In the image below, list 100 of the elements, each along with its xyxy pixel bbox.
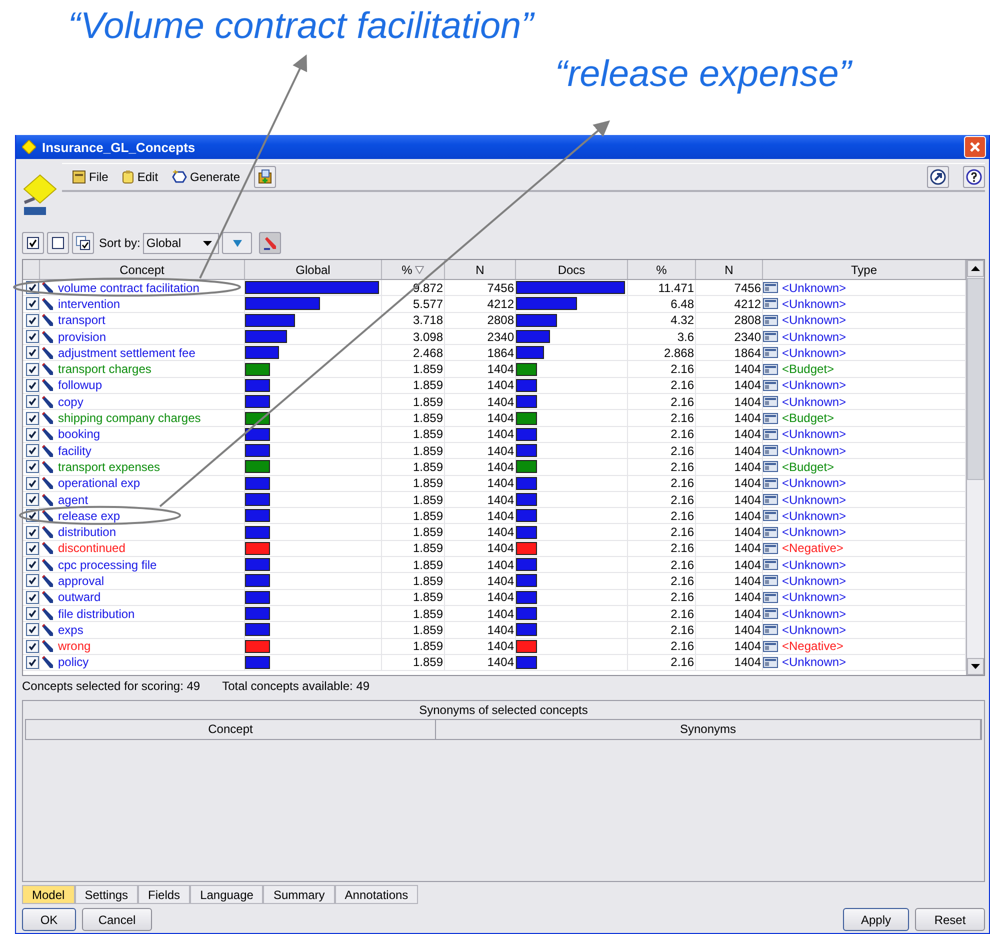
concept-name[interactable]: approval: [58, 574, 104, 588]
table-cell: 2.16: [670, 655, 694, 670]
row-checkbox[interactable]: [26, 640, 39, 653]
pencil-icon: [40, 330, 54, 344]
table-cell: 1404: [734, 590, 761, 604]
table-cell: 1.859: [412, 574, 443, 588]
row-checkbox[interactable]: [26, 493, 39, 506]
expand-button[interactable]: [927, 166, 949, 188]
row-checkbox[interactable]: [26, 558, 39, 572]
row-checkbox[interactable]: [26, 590, 39, 604]
tab[interactable]: Annotations: [334, 885, 418, 904]
tab[interactable]: Language: [190, 885, 264, 904]
row-checkbox[interactable]: [26, 607, 39, 620]
concept-name[interactable]: exps: [58, 622, 84, 637]
concept-name[interactable]: agent: [58, 492, 88, 506]
dialog-button[interactable]: Apply: [843, 908, 909, 931]
concept-name[interactable]: intervention: [58, 296, 120, 311]
concept-name[interactable]: provision: [58, 330, 106, 344]
table-cell: 2.16: [670, 492, 694, 506]
scroll-down-button[interactable]: [967, 658, 984, 675]
row-checkbox[interactable]: [26, 346, 39, 360]
table-cell: 7456: [487, 280, 514, 295]
type-icon: [763, 428, 778, 440]
table-cell: 1404: [487, 508, 514, 523]
row-checkbox[interactable]: [26, 656, 39, 669]
column-header[interactable]: Concept: [40, 260, 245, 279]
row-checkbox[interactable]: [26, 623, 39, 636]
row-checkbox[interactable]: [26, 297, 39, 310]
row-checkbox[interactable]: [26, 412, 39, 425]
concept-name[interactable]: policy: [58, 655, 89, 670]
concept-name[interactable]: distribution: [58, 525, 116, 540]
concept-name[interactable]: outward: [58, 590, 101, 604]
concept-name[interactable]: wrong: [58, 639, 91, 654]
invert-selection-button[interactable]: [72, 232, 94, 254]
sort-indicator-icon: [415, 266, 424, 274]
table-cell: 6.48: [670, 296, 694, 311]
row-checkbox[interactable]: [26, 362, 39, 376]
concept-name[interactable]: transport: [58, 313, 106, 328]
pencil-button[interactable]: [259, 232, 282, 254]
row-checkbox[interactable]: [26, 526, 39, 539]
concept-name[interactable]: facility: [58, 444, 92, 458]
table-cell: 2.16: [670, 574, 694, 588]
concept-name[interactable]: transport expenses: [58, 460, 160, 474]
concept-name[interactable]: operational exp: [58, 476, 140, 490]
column-header[interactable]: Global: [245, 260, 382, 279]
concept-name[interactable]: followup: [58, 378, 102, 392]
add-node-button[interactable]: [254, 166, 276, 188]
row-checkbox[interactable]: [26, 378, 39, 392]
scroll-up-button[interactable]: [967, 260, 984, 277]
concept-name[interactable]: file distribution: [58, 606, 135, 621]
type-icon: [763, 396, 778, 408]
uncheck-all-button[interactable]: [47, 232, 69, 254]
row-checkbox[interactable]: [26, 460, 39, 474]
row-checkbox[interactable]: [26, 395, 39, 408]
concept-name[interactable]: transport charges: [58, 362, 152, 376]
dialog-button[interactable]: Reset: [915, 908, 985, 931]
concept-name[interactable]: volume contract facilitation: [58, 280, 200, 295]
table-cell: 1404: [487, 655, 514, 670]
concept-name[interactable]: release exp: [58, 508, 120, 523]
row-checkbox[interactable]: [26, 330, 39, 344]
help-button[interactable]: [963, 166, 985, 188]
tab[interactable]: Settings: [74, 885, 138, 904]
row-checkbox[interactable]: [26, 314, 39, 327]
column-header[interactable]: N: [445, 260, 516, 279]
type-label: <Budget>: [782, 362, 834, 376]
column-header[interactable]: %: [628, 260, 696, 279]
concept-name[interactable]: cpc processing file: [58, 558, 157, 572]
table-cell: 1404: [734, 460, 761, 474]
concept-name[interactable]: copy: [58, 394, 84, 409]
concept-name[interactable]: shipping company charges: [58, 411, 201, 426]
dialog-button[interactable]: OK: [22, 908, 76, 931]
column-header[interactable]: Concept: [26, 720, 436, 739]
tab[interactable]: Model: [22, 885, 75, 904]
dialog-button[interactable]: Cancel: [82, 908, 152, 931]
panel-title: Synonyms of selected concepts: [418, 702, 589, 719]
column-header[interactable]: Docs: [516, 260, 628, 279]
menu-item[interactable]: Generate: [172, 170, 240, 184]
scrollbar-thumb[interactable]: [967, 278, 984, 480]
concept-name[interactable]: booking: [58, 427, 100, 442]
check-all-button[interactable]: [22, 232, 44, 254]
tab[interactable]: Summary: [263, 885, 335, 904]
menu-item[interactable]: File: [72, 170, 108, 184]
row-checkbox[interactable]: [26, 444, 39, 458]
row-checkbox[interactable]: [26, 542, 39, 555]
menu-item[interactable]: Edit: [122, 170, 158, 184]
concept-name[interactable]: discontinued: [58, 541, 126, 556]
column-header[interactable]: N: [696, 260, 763, 279]
row-checkbox[interactable]: [26, 476, 39, 490]
tab[interactable]: Fields: [138, 885, 190, 904]
sort-order-button[interactable]: [222, 232, 252, 254]
pencil-icon: [40, 460, 54, 474]
row-checkbox[interactable]: [26, 574, 39, 588]
sort-dropdown[interactable]: Global: [143, 232, 220, 254]
column-header[interactable]: %: [382, 260, 445, 279]
type-icon: [763, 575, 778, 586]
close-button[interactable]: [964, 136, 986, 158]
row-checkbox[interactable]: [26, 428, 39, 441]
table-cell: 1404: [734, 411, 761, 426]
concept-name[interactable]: adjustment settlement fee: [58, 346, 196, 360]
column-header[interactable]: Synonyms: [436, 720, 981, 739]
